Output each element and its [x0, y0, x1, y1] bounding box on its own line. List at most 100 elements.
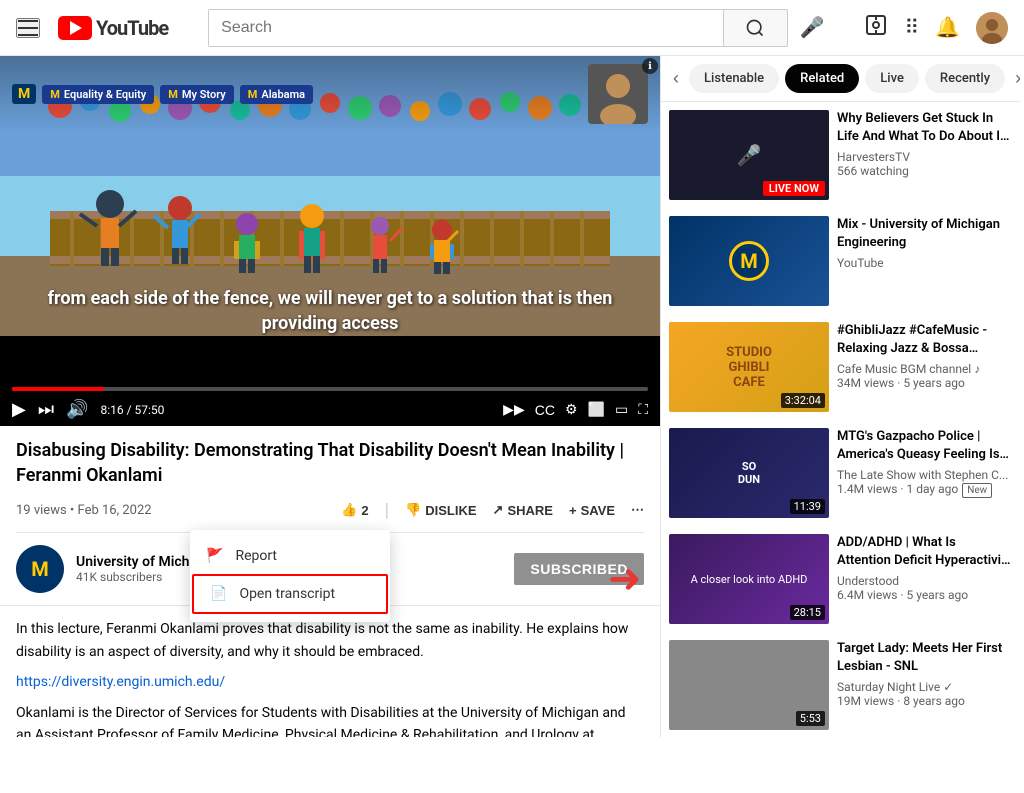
badge-mystory[interactable]: M My Story	[160, 85, 233, 104]
like-button[interactable]: 👍 2	[341, 496, 368, 524]
transcript-icon: 📄	[210, 586, 227, 602]
share-icon: ↗	[493, 502, 504, 518]
header: YouTube 🎤 ⠿ 🔔	[0, 0, 1024, 56]
video-info: Disabusing Disability: Demonstrating Tha…	[0, 426, 660, 533]
sidebar-info-1: Mix - University of Michigan Engineering…	[837, 216, 1012, 306]
arrow-indicator: ➜	[608, 555, 642, 602]
search-input[interactable]	[209, 10, 722, 46]
sidebar-title-5: Target Lady: Meets Her First Lesbian - S…	[837, 640, 1012, 676]
video-section: M M Equality & Equity M My Story M Alaba	[0, 56, 660, 737]
sidebar-title-4: ADD/ADHD | What Is Attention Deficit Hyp…	[837, 534, 1012, 570]
video-title: Disabusing Disability: Demonstrating Tha…	[16, 438, 644, 488]
save-button[interactable]: + SAVE	[569, 497, 615, 524]
context-menu-report[interactable]: 🚩 Report	[190, 538, 390, 574]
tab-listenable[interactable]: Listenable	[689, 64, 779, 93]
duration-5: 5:53	[796, 711, 825, 726]
sidebar-info-5: Target Lady: Meets Her First Lesbian - S…	[837, 640, 1012, 730]
progress-bar[interactable]	[12, 387, 648, 391]
video-views: 19 views • Feb 16, 2022	[16, 503, 152, 518]
sidebar-meta-4: 6.4M views · 5 years ago	[837, 588, 1012, 602]
context-menu-open-transcript[interactable]: 📄 Open transcript	[192, 574, 388, 614]
sidebar-tabs: ‹ Listenable Related Live Recently ›	[661, 56, 1020, 102]
video-player: M M Equality & Equity M My Story M Alaba	[0, 56, 660, 426]
badge-equality[interactable]: M Equality & Equity	[42, 85, 154, 104]
badge-alabama[interactable]: M Alabama	[240, 85, 313, 104]
next-button[interactable]: ⏭	[38, 399, 54, 420]
header-left: YouTube	[16, 16, 168, 40]
progress-fill	[12, 387, 104, 391]
sidebar-meta-0: 566 watching	[837, 164, 1012, 178]
sidebar-thumb-4: A closer look into ADHD 28:15	[669, 534, 829, 624]
video-caption: from each side of the fence, we will nev…	[0, 276, 660, 346]
description: In this lecture, Feranmi Okanlami proves…	[0, 606, 660, 737]
create-button[interactable]	[864, 13, 888, 43]
controls-right: ▶▶ CC ⚙ ⬜ ▭ ⛶	[503, 401, 648, 418]
youtube-icon	[58, 16, 92, 40]
search-bar: 🎤	[208, 9, 824, 47]
share-button[interactable]: ↗ SHARE	[493, 496, 553, 524]
sidebar-info-0: Why Believers Get Stuck In Life And What…	[837, 110, 1012, 200]
speaker-thumbnail: ℹ	[588, 64, 648, 124]
volume-button[interactable]: 🔊	[66, 399, 88, 420]
more-button[interactable]: ⋯	[631, 496, 644, 524]
duration-3: 11:39	[790, 499, 825, 514]
tab-recently[interactable]: Recently	[925, 64, 1005, 93]
dislike-button[interactable]: 👎 DISLIKE	[405, 496, 476, 524]
sidebar-video-item-1[interactable]: M Mix - University of Michigan Engineeri…	[661, 208, 1020, 314]
sidebar-channel-1: YouTube	[837, 256, 1012, 270]
duration-2: 3:32:04	[781, 393, 825, 408]
video-top-bar: M M Equality & Equity M My Story M Alaba	[0, 56, 660, 132]
description-link-1[interactable]: https://diversity.engin.umich.edu/	[16, 674, 225, 690]
sidebar-title-1: Mix - University of Michigan Engineering	[837, 216, 1012, 252]
sidebar-meta-3: 1.4M views · 1 day agoNew	[837, 482, 1012, 498]
sidebar-channel-3: The Late Show with Stephen C...	[837, 468, 1012, 482]
sidebar-meta-2: 34M views · 5 years ago	[837, 376, 1012, 390]
sidebar-title-3: MTG's Gazpacho Police | America's Queasy…	[837, 428, 1012, 464]
sidebar-video-list: 🎤 LIVE NOW Why Believers Get Stuck In Li…	[661, 102, 1020, 737]
sidebar-thumb-5: 5:53	[669, 640, 829, 730]
sidebar-thumb-3: SODUN 11:39	[669, 428, 829, 518]
controls-row: ▶ ⏭ 🔊 8:16 / 57:50 ▶▶ CC ⚙ ⬜ ▭ ⛶	[12, 399, 648, 420]
new-badge-3: New	[962, 483, 992, 498]
autoplay-button[interactable]: ▶▶	[503, 401, 525, 418]
youtube-logo[interactable]: YouTube	[58, 16, 168, 40]
sidebar-channel-4: Understood	[837, 574, 1012, 588]
sidebar-video-item-2[interactable]: STUDIOGHIBLICAFE 3:32:04 #GhibliJazz #Ca…	[661, 314, 1020, 420]
channel-avatar: M	[16, 545, 64, 593]
duration-4: 28:15	[790, 605, 825, 620]
tab-live[interactable]: Live	[865, 64, 919, 93]
sidebar-video-item-0[interactable]: 🎤 LIVE NOW Why Believers Get Stuck In Li…	[661, 102, 1020, 208]
hamburger-menu-button[interactable]	[16, 18, 40, 38]
tab-related[interactable]: Related	[785, 64, 859, 93]
sidebar-video-item-3[interactable]: SODUN 11:39 MTG's Gazpacho Police | Amer…	[661, 420, 1020, 526]
save-icon: +	[569, 503, 577, 518]
description-text-2: Okanlami is the Director of Services for…	[16, 702, 644, 737]
subtitles-button[interactable]: CC	[535, 402, 555, 418]
sidebar-video-item-5[interactable]: 5:53 Target Lady: Meets Her First Lesbia…	[661, 632, 1020, 737]
sidebar-video-item-4[interactable]: A closer look into ADHD 28:15 ADD/ADHD |…	[661, 526, 1020, 632]
sidebar-channel-2: Cafe Music BGM channel ♪	[837, 362, 1012, 376]
miniplayer-button[interactable]: ⬜	[588, 401, 605, 418]
tabs-prev-button[interactable]: ‹	[669, 64, 683, 93]
tabs-next-button[interactable]: ›	[1011, 64, 1020, 93]
description-text-1: In this lecture, Feranmi Okanlami proves…	[16, 618, 644, 663]
sidebar-meta-5: 19M views · 8 years ago	[837, 694, 1012, 708]
avatar[interactable]	[976, 12, 1008, 44]
sidebar-info-4: ADD/ADHD | What Is Attention Deficit Hyp…	[837, 534, 1012, 624]
sidebar: ‹ Listenable Related Live Recently › 🎤 L…	[660, 56, 1020, 737]
notifications-button[interactable]: 🔔	[935, 15, 960, 40]
video-meta-row: 19 views • Feb 16, 2022 👍 2 | 👎 DISLIKE …	[16, 496, 644, 533]
theater-button[interactable]: ▭	[615, 401, 628, 418]
mic-button[interactable]: 🎤	[800, 15, 825, 40]
fullscreen-button[interactable]: ⛶	[638, 401, 648, 418]
play-button[interactable]: ▶	[12, 399, 26, 420]
search-button[interactable]	[724, 9, 788, 47]
sidebar-thumb-2: STUDIOGHIBLICAFE 3:32:04	[669, 322, 829, 412]
thumbs-up-icon: 👍	[341, 502, 357, 518]
search-input-wrap	[208, 9, 723, 47]
settings-button[interactable]: ⚙	[565, 401, 578, 418]
flag-icon: 🚩	[206, 548, 223, 564]
context-menu: 🚩 Report 📄 Open transcript	[190, 530, 390, 622]
apps-button[interactable]: ⠿	[904, 15, 919, 40]
sidebar-title-0: Why Believers Get Stuck In Life And What…	[837, 110, 1012, 146]
